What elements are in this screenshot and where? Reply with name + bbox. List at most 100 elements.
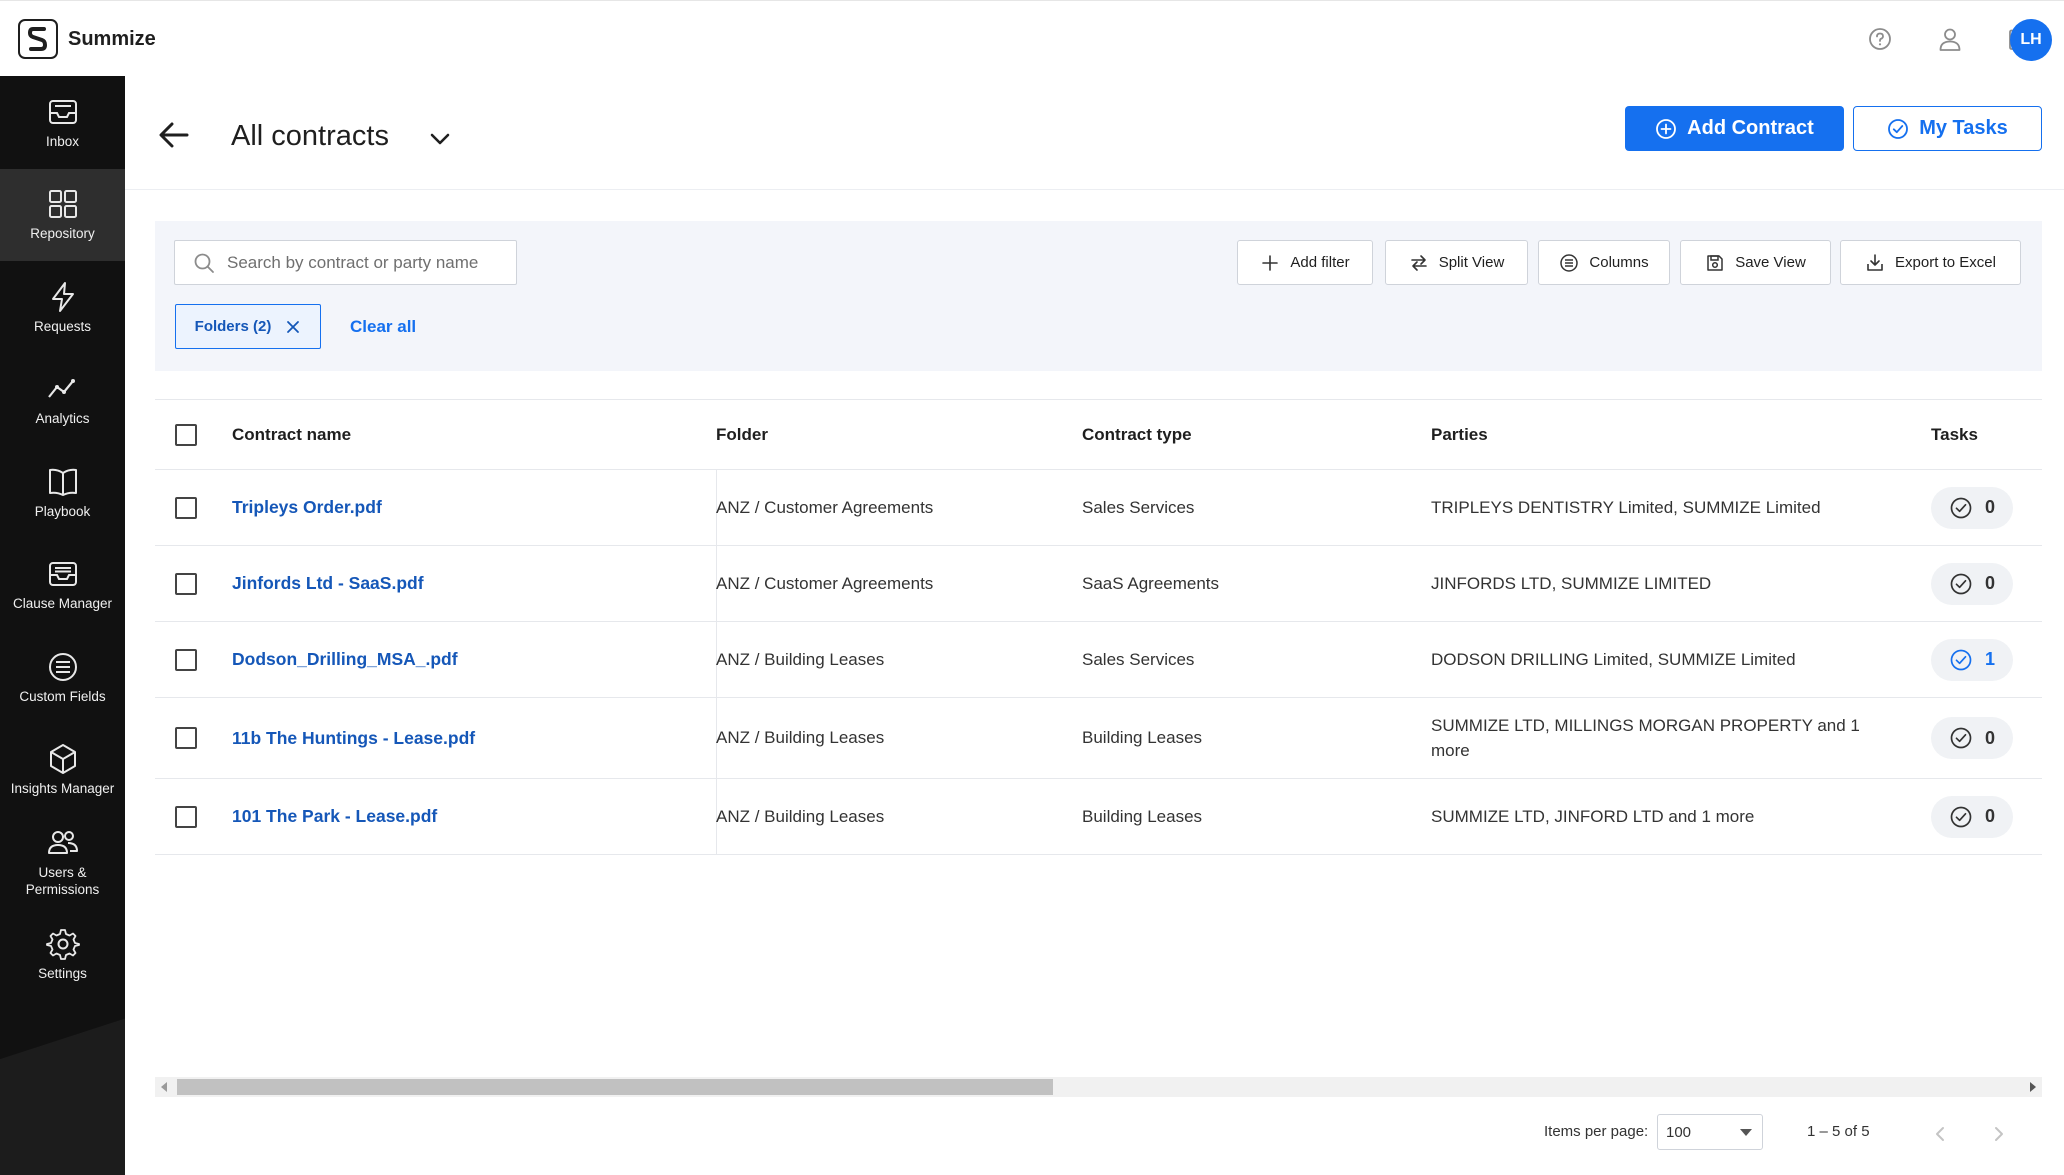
chevron-down-icon[interactable] bbox=[427, 126, 453, 152]
plus-circle-icon bbox=[1656, 118, 1677, 139]
user-avatar[interactable]: LH bbox=[2010, 19, 2052, 61]
sidebar-item-inbox[interactable]: Inbox bbox=[0, 76, 125, 169]
gear-icon bbox=[45, 927, 80, 961]
previous-page-icon[interactable] bbox=[1930, 1124, 1950, 1144]
row-checkbox[interactable] bbox=[175, 496, 197, 519]
search-icon bbox=[194, 253, 214, 273]
add-filter-label: Add filter bbox=[1290, 254, 1350, 271]
sidebar-item-requests[interactable]: Requests bbox=[0, 261, 125, 354]
row-checkbox[interactable] bbox=[175, 572, 197, 595]
scroll-left-arrow-icon[interactable] bbox=[161, 1082, 167, 1092]
table-row[interactable]: 11b The Huntings - Lease.pdf ANZ / Build… bbox=[155, 698, 2042, 779]
row-checkbox[interactable] bbox=[175, 648, 197, 671]
next-page-icon[interactable] bbox=[1989, 1124, 2009, 1144]
row-checkbox[interactable] bbox=[175, 805, 197, 828]
search-box[interactable] bbox=[174, 240, 517, 285]
inbox-icon bbox=[46, 95, 80, 129]
header-contract-type[interactable]: Contract type bbox=[1082, 400, 1402, 469]
sidebar-item-settings[interactable]: Settings bbox=[0, 909, 125, 1002]
sidebar-item-label: Settings bbox=[38, 966, 87, 982]
list-circle-icon bbox=[46, 650, 80, 684]
trend-icon bbox=[46, 372, 80, 406]
export-excel-button[interactable]: Export to Excel bbox=[1840, 240, 2021, 285]
save-view-button[interactable]: Save View bbox=[1680, 240, 1831, 285]
tasks-count-pill[interactable]: 0 bbox=[1931, 795, 2013, 838]
summize-logo-icon bbox=[18, 19, 58, 59]
folder-cell: ANZ / Building Leases bbox=[716, 806, 885, 826]
search-input[interactable] bbox=[227, 252, 497, 273]
split-view-label: Split View bbox=[1438, 254, 1505, 271]
contract-name-link[interactable]: 101 The Park - Lease.pdf bbox=[232, 806, 437, 827]
grid-icon bbox=[46, 187, 80, 221]
tasks-count: 1 bbox=[1984, 649, 1995, 669]
save-view-label: Save View bbox=[1735, 254, 1806, 271]
lightning-icon bbox=[46, 280, 80, 314]
folder-cell: ANZ / Customer Agreements bbox=[716, 573, 934, 593]
tray-icon bbox=[46, 557, 80, 591]
user-icon[interactable] bbox=[1936, 25, 1964, 53]
my-tasks-button[interactable]: My Tasks bbox=[1853, 106, 2042, 151]
page-title: All contracts bbox=[231, 120, 389, 152]
horizontal-scrollbar[interactable] bbox=[155, 1077, 2042, 1097]
check-circle-icon bbox=[1950, 806, 1972, 827]
table-row[interactable]: Dodson_Drilling_MSA_.pdf ANZ / Building … bbox=[155, 622, 2042, 698]
contract-type-cell: Sales Services bbox=[1082, 649, 1195, 669]
table-row[interactable]: 101 The Park - Lease.pdf ANZ / Building … bbox=[155, 779, 2042, 855]
contract-name-link[interactable]: Dodson_Drilling_MSA_.pdf bbox=[232, 649, 458, 670]
contract-type-cell: Sales Services bbox=[1082, 497, 1195, 517]
tasks-count-pill[interactable]: 0 bbox=[1931, 562, 2013, 605]
add-filter-button[interactable]: Add filter bbox=[1237, 240, 1373, 285]
columns-button[interactable]: Columns bbox=[1538, 240, 1670, 285]
sidebar-item-insights-manager[interactable]: Insights Manager bbox=[0, 724, 125, 817]
sidebar-item-analytics[interactable]: Analytics bbox=[0, 354, 125, 447]
contract-name-link[interactable]: Jinfords Ltd - SaaS.pdf bbox=[232, 573, 424, 594]
header-folder[interactable]: Folder bbox=[716, 400, 1046, 469]
select-all-checkbox[interactable] bbox=[175, 423, 197, 446]
columns-label: Columns bbox=[1589, 254, 1649, 271]
sidebar: Inbox Repository Requests Analytics Play… bbox=[0, 76, 125, 1175]
contracts-table: Contract name Folder Contract type Parti… bbox=[155, 399, 2042, 855]
contract-name-link[interactable]: Tripleys Order.pdf bbox=[232, 497, 382, 518]
help-icon[interactable] bbox=[1866, 25, 1894, 53]
row-checkbox[interactable] bbox=[175, 727, 197, 749]
split-view-button[interactable]: Split View bbox=[1385, 240, 1528, 285]
contract-name-link[interactable]: 11b The Huntings - Lease.pdf bbox=[232, 728, 475, 749]
table-row[interactable]: Jinfords Ltd - SaaS.pdf ANZ / Customer A… bbox=[155, 546, 2042, 622]
folders-filter-chip[interactable]: Folders (2) bbox=[175, 304, 321, 349]
sidebar-item-label: Users & Permissions bbox=[25, 865, 100, 898]
tasks-count-pill[interactable]: 0 bbox=[1931, 486, 2013, 529]
page-header: All contracts Add Contract My Tasks bbox=[125, 76, 2064, 190]
sidebar-item-label: Custom Fields bbox=[19, 688, 106, 704]
contract-type-cell: Building Leases bbox=[1082, 728, 1203, 747]
columns-list-icon bbox=[1560, 253, 1579, 272]
book-icon bbox=[46, 465, 80, 499]
items-per-page-label: Items per page: bbox=[1544, 1123, 1649, 1140]
tasks-count-pill[interactable]: 0 bbox=[1931, 717, 2013, 759]
check-circle-icon bbox=[1950, 649, 1972, 670]
brand[interactable]: Summize bbox=[18, 19, 156, 59]
close-icon[interactable] bbox=[285, 319, 301, 335]
header-contract-name[interactable]: Contract name bbox=[232, 400, 652, 469]
sidebar-item-repository[interactable]: Repository bbox=[0, 168, 125, 261]
tasks-count: 0 bbox=[1984, 497, 1995, 517]
sidebar-item-custom-fields[interactable]: Custom Fields bbox=[0, 631, 125, 724]
scrollbar-thumb[interactable] bbox=[177, 1079, 1053, 1095]
scroll-right-arrow-icon[interactable] bbox=[2030, 1082, 2036, 1092]
sidebar-item-users-permissions[interactable]: Users & Permissions bbox=[0, 816, 125, 909]
clear-all-link[interactable]: Clear all bbox=[350, 317, 416, 337]
users-icon bbox=[46, 826, 80, 860]
header-tasks[interactable]: Tasks bbox=[1931, 400, 2041, 469]
sidebar-item-clause-manager[interactable]: Clause Manager bbox=[0, 539, 125, 632]
add-contract-button[interactable]: Add Contract bbox=[1625, 106, 1844, 151]
table-row[interactable]: Tripleys Order.pdf ANZ / Customer Agreem… bbox=[155, 470, 2042, 546]
parties-cell: SUMMIZE LTD, JINFORD LTD and 1 more bbox=[1431, 807, 1755, 826]
items-per-page-select[interactable]: 100 bbox=[1657, 1114, 1763, 1150]
check-circle-icon bbox=[1950, 573, 1972, 594]
sidebar-item-label: Insights Manager bbox=[10, 781, 115, 797]
check-circle-icon bbox=[1888, 118, 1909, 139]
parties-cell: TRIPLEYS DENTISTRY Limited, SUMMIZE Limi… bbox=[1431, 498, 1821, 517]
sidebar-item-playbook[interactable]: Playbook bbox=[0, 446, 125, 539]
back-arrow-icon[interactable] bbox=[157, 118, 191, 152]
header-parties[interactable]: Parties bbox=[1431, 400, 1911, 469]
tasks-count-pill[interactable]: 1 bbox=[1931, 638, 2013, 681]
